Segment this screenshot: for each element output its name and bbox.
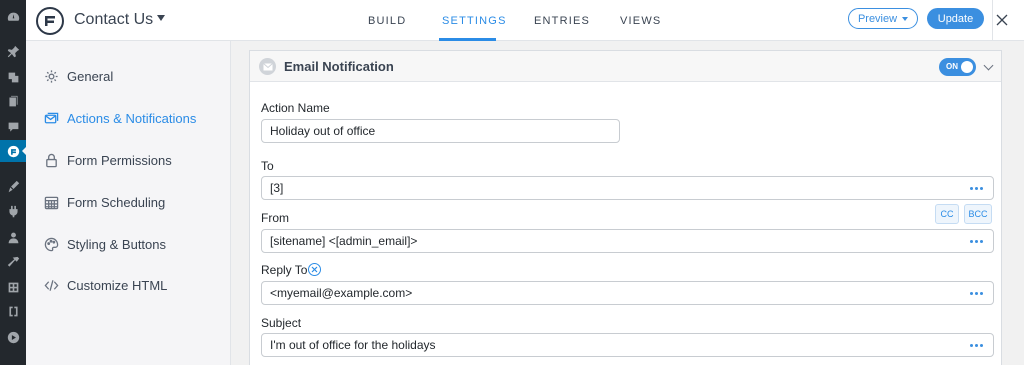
- envelope-icon: [259, 58, 276, 75]
- reply-to-value: <myemail@example.com>: [270, 286, 413, 300]
- bcc-button[interactable]: BCC: [964, 204, 992, 224]
- code-icon: [44, 279, 59, 291]
- action-title: Email Notification: [284, 59, 394, 74]
- dashboard-icon[interactable]: [0, 6, 26, 28]
- calendar-icon: [44, 196, 59, 209]
- sidebar-item-actions-notifications[interactable]: Actions & Notifications: [44, 108, 196, 128]
- preview-button[interactable]: Preview: [848, 8, 918, 29]
- appearance-icon[interactable]: [0, 175, 26, 197]
- more-options-icon[interactable]: [970, 240, 983, 243]
- action-card: Email Notification ON: [249, 50, 1002, 365]
- subject-label: Subject: [261, 316, 302, 330]
- gear-icon: [45, 69, 58, 83]
- action-card-header[interactable]: Email Notification ON: [250, 51, 1001, 82]
- shortcode-bracket-icon[interactable]: [0, 300, 26, 322]
- sidebar-item-customize-html[interactable]: Customize HTML: [44, 275, 167, 295]
- more-options-icon[interactable]: [970, 187, 983, 190]
- to-label: To: [261, 159, 274, 173]
- form-header: Contact Us BUILD SETTINGS ENTRIES VIEWS …: [26, 0, 1024, 41]
- sidebar-item-form-scheduling[interactable]: Form Scheduling: [44, 192, 165, 212]
- caret-down-icon: [157, 15, 166, 21]
- formidable-icon[interactable]: [0, 140, 27, 162]
- from-value: [sitename] <[admin_email]>: [270, 234, 418, 248]
- wp-admin-sidebar: [0, 0, 27, 365]
- play-icon[interactable]: [0, 326, 26, 348]
- sidebar-item-general[interactable]: General: [44, 66, 113, 86]
- tools-icon[interactable]: [0, 251, 26, 273]
- toggle-knob: [961, 61, 973, 73]
- reply-to-input[interactable]: <myemail@example.com>: [261, 281, 994, 305]
- from-input[interactable]: [sitename] <[admin_email]>: [261, 229, 994, 253]
- actions-icon: [44, 112, 59, 123]
- settings-sidebar: General Actions & Notifications Form Per…: [26, 41, 231, 365]
- sidebar-item-label: Form Scheduling: [67, 194, 166, 210]
- action-name-label: Action Name: [261, 101, 330, 115]
- remove-reply-to-icon[interactable]: [308, 263, 321, 276]
- sidebar-item-label: General: [67, 68, 114, 84]
- action-name-input[interactable]: Holiday out of office: [261, 119, 620, 143]
- users-icon[interactable]: [0, 226, 26, 248]
- comments-icon[interactable]: [0, 116, 26, 138]
- tab-build[interactable]: BUILD: [368, 15, 406, 27]
- settings-main: Email Notification ON Action Name Holida…: [232, 41, 1024, 365]
- chevron-down-icon[interactable]: [983, 60, 994, 71]
- close-icon[interactable]: [990, 8, 1014, 32]
- sidebar-item-label: Form Permissions: [67, 152, 172, 168]
- more-options-icon[interactable]: [970, 292, 983, 295]
- sidebar-item-label: Styling & Buttons: [67, 236, 166, 252]
- from-label: From: [261, 211, 289, 225]
- to-value: [3]: [270, 181, 284, 195]
- sidebar-item-label: Customize HTML: [67, 277, 168, 293]
- preview-label: Preview: [857, 12, 898, 25]
- tab-views[interactable]: VIEWS: [620, 15, 661, 27]
- to-input[interactable]: [3]: [261, 176, 994, 200]
- tab-settings[interactable]: SETTINGS: [442, 15, 507, 27]
- pages-icon[interactable]: [0, 90, 26, 112]
- subject-value: I'm out of office for the holidays: [270, 338, 436, 352]
- posts-pin-icon[interactable]: [0, 40, 26, 62]
- lock-icon: [46, 153, 57, 167]
- palette-icon: [44, 237, 59, 251]
- settings-grid-icon[interactable]: [0, 276, 26, 298]
- formidable-logo: [36, 7, 64, 35]
- subject-input[interactable]: I'm out of office for the holidays: [261, 333, 994, 357]
- media-icon[interactable]: [0, 66, 26, 88]
- caret-down-icon: [902, 16, 909, 21]
- sidebar-item-styling-buttons[interactable]: Styling & Buttons: [44, 234, 166, 254]
- more-options-icon[interactable]: [970, 344, 983, 347]
- tab-entries[interactable]: ENTRIES: [534, 15, 590, 27]
- update-button[interactable]: Update: [927, 8, 984, 29]
- action-enabled-toggle[interactable]: ON: [939, 58, 976, 76]
- sidebar-item-form-permissions[interactable]: Form Permissions: [44, 150, 172, 170]
- form-title: Contact Us: [74, 11, 154, 28]
- sidebar-item-label: Actions & Notifications: [67, 110, 197, 126]
- reply-to-label: Reply To: [261, 263, 308, 277]
- cc-button[interactable]: CC: [935, 204, 959, 224]
- toggle-label: ON: [946, 62, 958, 71]
- plugins-icon[interactable]: [0, 200, 26, 222]
- form-title-dropdown[interactable]: Contact Us: [74, 11, 166, 29]
